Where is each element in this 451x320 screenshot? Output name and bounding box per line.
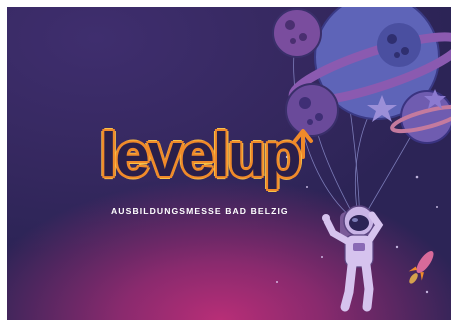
rocket-icon [408,250,434,284]
logo-text: levelup [100,121,302,190]
event-poster: levelup AUSBILDUNGSMESSE BAD BELZIG [7,7,451,320]
event-subtitle: AUSBILDUNGSMESSE BAD BELZIG [111,206,289,216]
astronaut-icon [322,205,384,312]
planet-balloon-icon [272,8,322,58]
